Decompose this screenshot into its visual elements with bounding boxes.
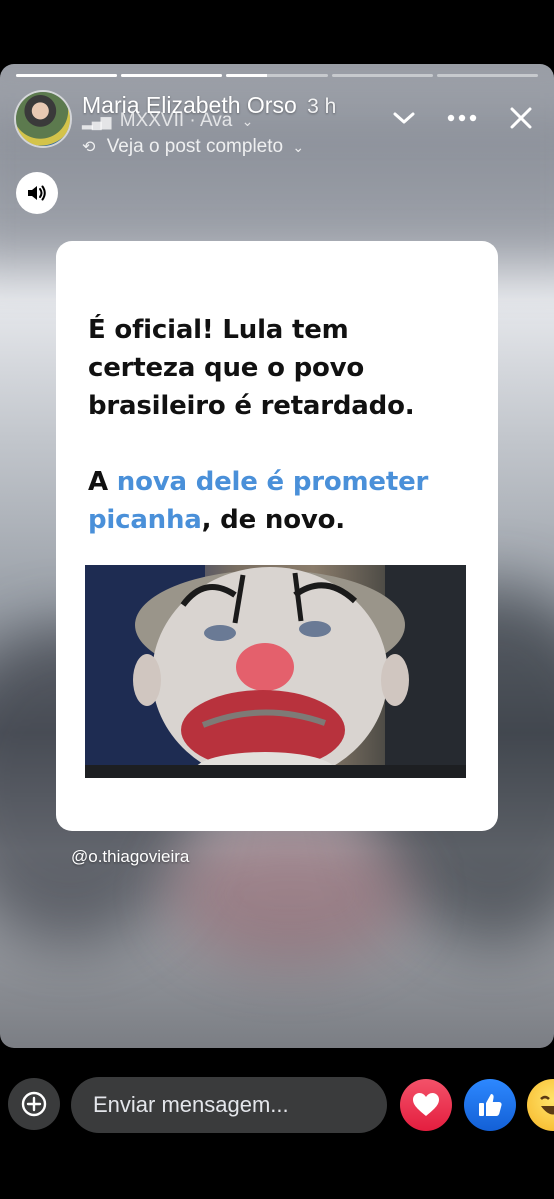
see-full-post-label: Veja o post completo bbox=[106, 136, 284, 157]
post-text-segment: A bbox=[88, 467, 117, 497]
message-input[interactable]: Enviar mensagem... bbox=[71, 1077, 387, 1133]
progress-segment bbox=[436, 74, 539, 77]
post-text-line: certeza que o povo bbox=[88, 353, 365, 383]
more-options-button[interactable] bbox=[442, 98, 482, 138]
close-button[interactable] bbox=[501, 98, 541, 138]
post-text-highlight: nova dele é prometer bbox=[116, 467, 429, 497]
heart-icon bbox=[413, 1093, 439, 1116]
add-circle-icon bbox=[21, 1091, 47, 1117]
story-viewer[interactable]: Maria Elizabeth Orso 3 h ▂▄▆ MXXVII · Av… bbox=[0, 64, 554, 1048]
sound-toggle-button[interactable] bbox=[16, 172, 58, 214]
haha-reaction-button[interactable] bbox=[527, 1079, 554, 1131]
post-time: 3 h bbox=[307, 95, 337, 118]
laugh-face-icon bbox=[540, 1095, 554, 1115]
story-progress bbox=[16, 74, 539, 77]
like-reaction-button[interactable] bbox=[464, 1079, 516, 1131]
background-blur bbox=[170, 824, 410, 964]
collapse-button[interactable] bbox=[384, 98, 424, 138]
progress-segment bbox=[226, 74, 328, 77]
repost-icon: ⟲ bbox=[82, 139, 96, 156]
post-text-highlight: picanha bbox=[88, 505, 202, 535]
post-text-line: picanha, de novo. bbox=[88, 505, 345, 535]
chevron-down-icon: ⌄ bbox=[241, 113, 254, 129]
music-title: MXXVII · Ava bbox=[119, 110, 233, 131]
add-reaction-button[interactable] bbox=[8, 1078, 60, 1130]
post-text-line: É oficial! Lula tem bbox=[88, 315, 349, 345]
post-text-line: A nova dele é prometer bbox=[88, 467, 428, 497]
close-icon bbox=[510, 107, 532, 129]
chevron-down-icon bbox=[393, 112, 415, 124]
post-photo bbox=[85, 565, 466, 778]
reply-bar: Enviar mensagem... bbox=[0, 1048, 554, 1199]
progress-segment bbox=[331, 74, 433, 77]
music-info[interactable]: ▂▄▆ MXXVII · Ava ⌄ bbox=[82, 110, 253, 132]
thumbs-up-icon bbox=[479, 1094, 502, 1116]
progress-segment bbox=[16, 74, 118, 77]
chevron-down-icon: ⌄ bbox=[292, 139, 305, 155]
story-mention[interactable]: @o.thiagovieira bbox=[71, 847, 189, 867]
post-card: É oficial! Lula tem certeza que o povo b… bbox=[56, 241, 498, 831]
music-bars-icon: ▂▄▆ bbox=[82, 113, 111, 129]
more-dots-icon bbox=[447, 114, 477, 122]
love-reaction-button[interactable] bbox=[400, 1079, 452, 1131]
progress-segment bbox=[121, 74, 223, 77]
speaker-icon bbox=[28, 185, 46, 201]
author-avatar[interactable] bbox=[16, 92, 70, 146]
post-text-segment: , de novo. bbox=[201, 505, 345, 535]
post-text-line: brasileiro é retardado. bbox=[88, 391, 415, 421]
see-full-post-link[interactable]: ⟲ Veja o post completo ⌄ bbox=[82, 136, 304, 158]
